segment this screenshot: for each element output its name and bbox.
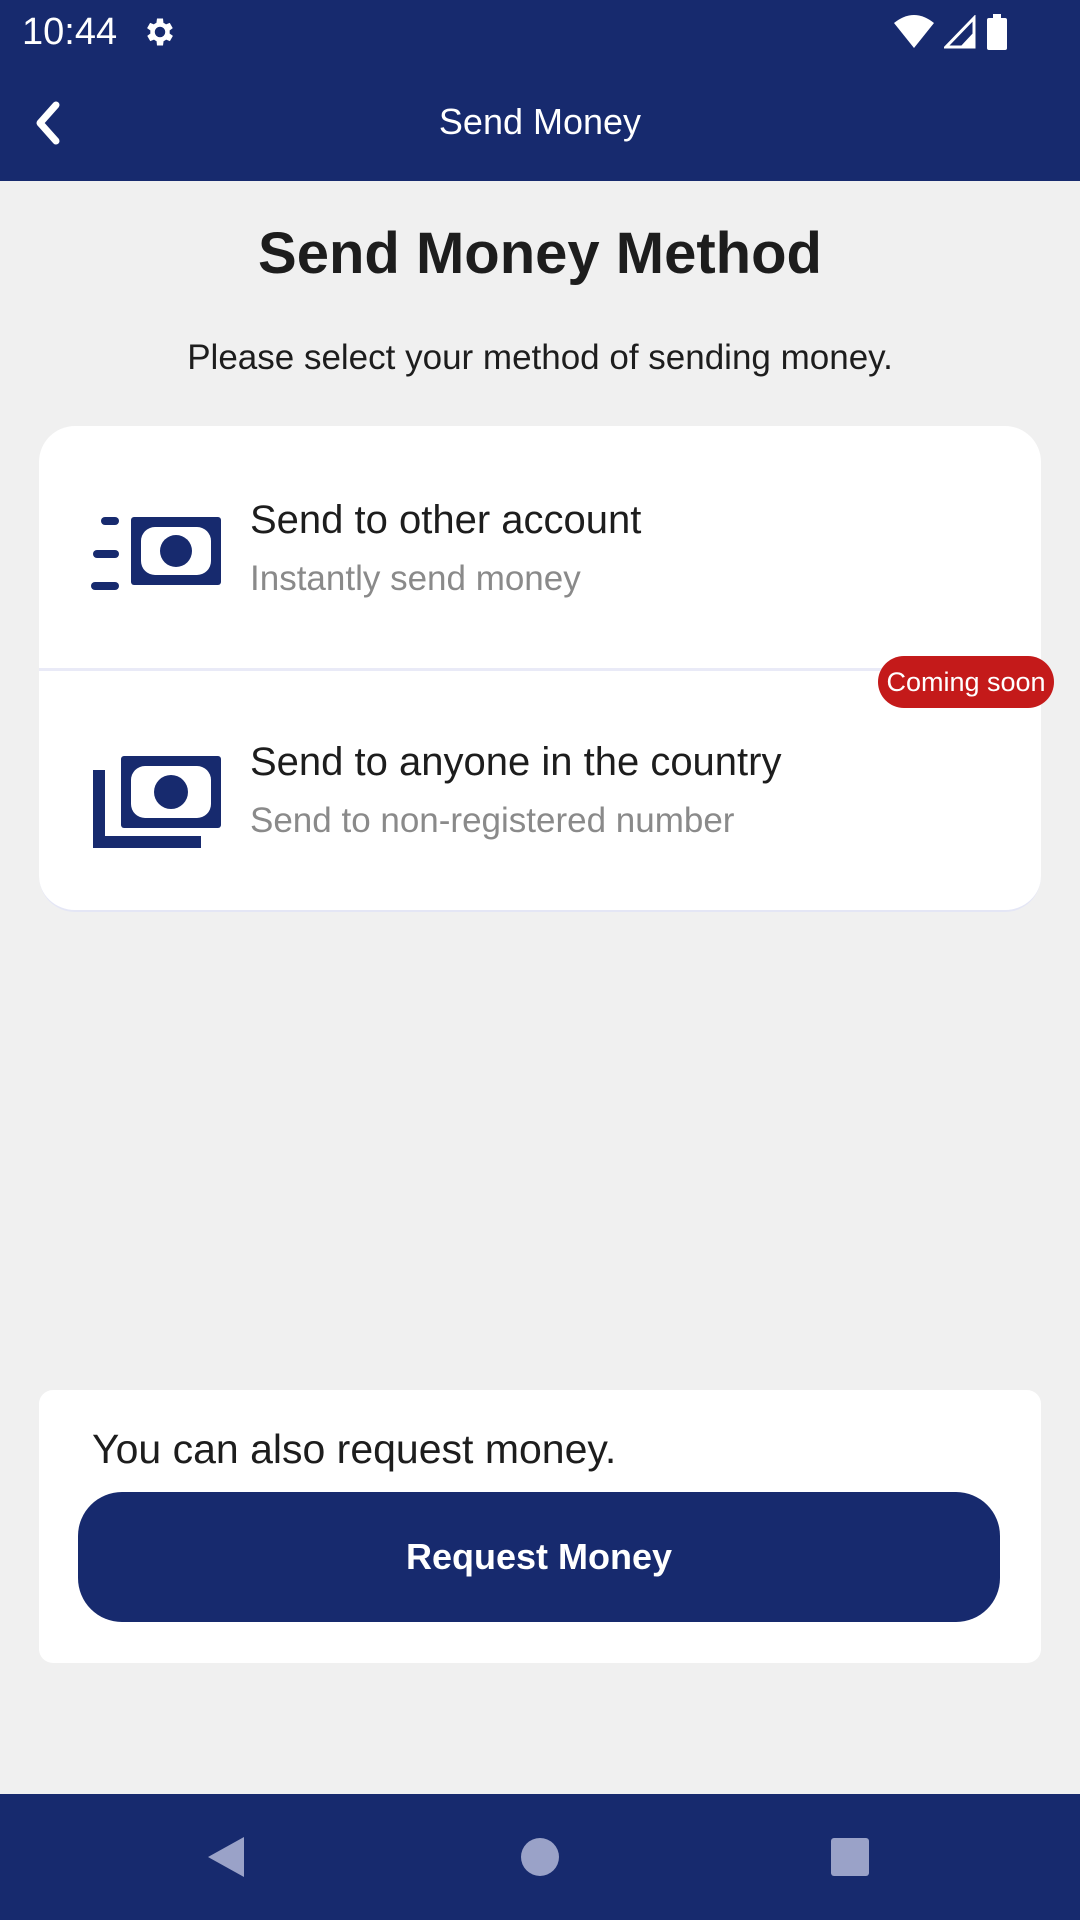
option-title: Send to anyone in the country [250, 740, 782, 784]
gear-icon [147, 18, 173, 46]
back-triangle-icon[interactable] [196, 1827, 256, 1887]
wifi-icon [894, 15, 934, 48]
system-nav-bar [0, 1794, 1080, 1920]
recents-square-icon[interactable] [820, 1827, 880, 1887]
page-subtitle: Please select your method of sending mon… [187, 338, 893, 377]
page-header-title: Send Money [438, 101, 642, 142]
home-circle-icon[interactable] [510, 1827, 570, 1887]
status-bar: 10:44 [0, 0, 1080, 63]
request-money-button[interactable]: Request Money [78, 1492, 1000, 1622]
fast-cash-icon [91, 517, 221, 590]
option-subtitle: Send to non-registered number [250, 801, 735, 840]
status-time: 10:44 [22, 11, 118, 53]
status-icons [894, 12, 1008, 52]
request-money-text: You can also request money. [92, 1426, 617, 1472]
option-subtitle: Instantly send money [250, 559, 581, 598]
option-send-to-other-account[interactable]: Send to other account Instantly send mon… [39, 426, 1041, 671]
coming-soon-badge: Coming soon [878, 656, 1054, 708]
battery-icon [987, 14, 1007, 50]
page-title: Send Money Method [258, 221, 822, 286]
option-title: Send to other account [250, 498, 642, 542]
top-app-bar: Send Money [0, 63, 1080, 181]
stacked-cash-icon [93, 756, 221, 848]
request-money-card: You can also request money. Request Mone… [39, 1390, 1041, 1663]
signal-icon [944, 15, 976, 49]
